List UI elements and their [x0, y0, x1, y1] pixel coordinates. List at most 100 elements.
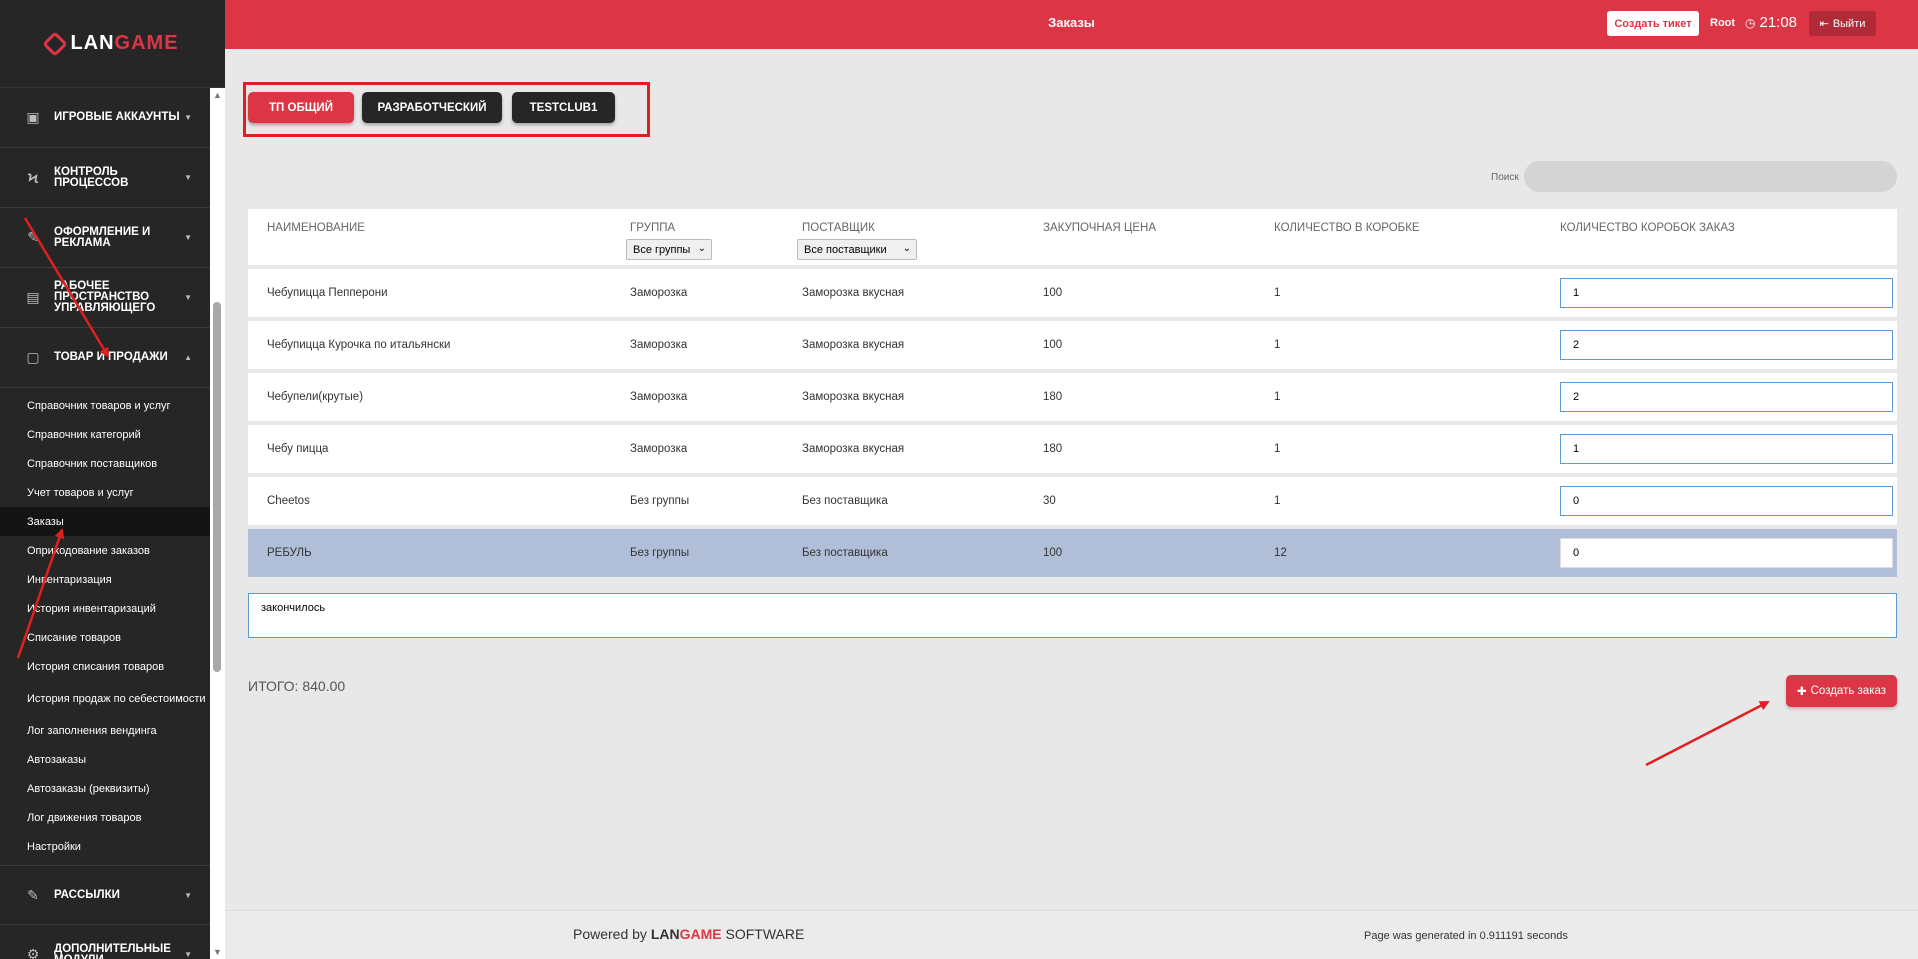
table-row[interactable]: Чебупицца Пепперони Заморозка Заморозка … [248, 269, 1897, 317]
sidebar-section-label: ОФОРМЛЕНИЕ И РЕКЛАМА [54, 225, 151, 249]
scroll-down-icon[interactable]: ▼ [213, 947, 222, 957]
sidebar-item[interactable]: История инвентаризаций [0, 594, 210, 623]
boxes-quantity-input[interactable] [1560, 382, 1893, 412]
cell-name: Чебупицца Пепперони [267, 287, 388, 299]
sidebar-section-game-accounts[interactable]: ▣ ИГРОВЫЕ АККАУНТЫ ▼ [0, 88, 210, 148]
boxes-quantity-input[interactable] [1560, 434, 1893, 464]
chevron-down-icon: ▼ [184, 113, 192, 122]
cell-per-box: 12 [1274, 547, 1287, 559]
chevron-down-icon: ▼ [184, 890, 192, 900]
chevron-down-icon: ▼ [184, 173, 192, 182]
table-row[interactable]: Чебу пицца Заморозка Заморозка вкусная 1… [248, 425, 1897, 473]
group-filter-value: Все группы [633, 243, 691, 256]
scrollbar-thumb[interactable] [213, 302, 221, 672]
sidebar-section-goods-sales[interactable]: ▢ ТОВАР И ПРОДАЖИ ▲ [0, 328, 210, 388]
sidebar-item[interactable]: Учет товаров и услуг [0, 478, 210, 507]
topbar: Заказы Создать тикет Root ◷ 21:08 ⇤ Выйт… [225, 0, 1918, 49]
cell-per-box: 1 [1274, 287, 1281, 299]
cell-supplier: Заморозка вкусная [802, 443, 905, 455]
sidebar-item[interactable]: Лог заполнения вендинга [0, 716, 210, 745]
chevron-down-icon: ▼ [184, 293, 192, 302]
sidebar-menu: ▣ ИГРОВЫЕ АККАУНТЫ ▼ ϟ КОНТРОЛЬ ПРОЦЕССО… [0, 88, 210, 959]
tab-testclub1[interactable]: TESTCLUB1 [512, 92, 615, 123]
column-header-boxes: КОЛИЧЕСТВО КОРОБОК ЗАКАЗ [1560, 222, 1735, 234]
sidebar-section-workspace[interactable]: ▤ РАБОЧЕЕ ПРОСТРАНСТВО УПРАВЛЯЮЩЕГО ▼ [0, 268, 210, 328]
gear-icon: ⚙ [26, 946, 40, 959]
logo-area: LAN GAME [0, 0, 225, 88]
create-order-label: Создать заказ [1810, 685, 1887, 697]
table-row[interactable]: Cheetos Без группы Без поставщика 30 1 [248, 477, 1897, 525]
search-input[interactable] [1524, 161, 1897, 192]
clock-icon: ◷ [1745, 15, 1756, 30]
table-row[interactable]: Чебупели(крутые) Заморозка Заморозка вку… [248, 373, 1897, 421]
username[interactable]: Root [1710, 17, 1735, 29]
chevron-down-icon: ⌄ [902, 243, 911, 254]
cell-supplier: Без поставщика [802, 495, 888, 507]
sidebar-section-design[interactable]: ✎ ОФОРМЛЕНИЕ И РЕКЛАМА ▼ [0, 208, 210, 268]
sidebar-section-extra-modules[interactable]: ⚙ ДОПОЛНИТЕЛЬНЫЕ МОДУЛИ ▼ [0, 925, 210, 959]
sidebar-item-orders[interactable]: Заказы [0, 507, 210, 536]
logo-mark-icon [42, 30, 69, 57]
sidebar-item[interactable]: Лог движения товаров [0, 803, 210, 832]
edit-icon: ✎ [27, 886, 39, 903]
langame-logo[interactable]: LAN GAME [42, 30, 178, 57]
table-row[interactable]: Чебупицца Курочка по итальянски Заморозк… [248, 321, 1897, 369]
group-filter-select[interactable]: Все группы ⌄ [626, 239, 712, 260]
cell-group: Без группы [630, 495, 690, 507]
sidebar-item[interactable]: Инвентаризация [0, 565, 210, 594]
scroll-up-icon[interactable]: ▲ [213, 90, 222, 100]
logout-button[interactable]: ⇤ Выйти [1809, 11, 1876, 36]
annotation-arrow-to-create [1645, 700, 1770, 767]
sidebar-item[interactable]: Автозаказы [0, 745, 210, 774]
sidebar-item[interactable]: Списание товаров [0, 623, 210, 652]
boxes-quantity-input[interactable] [1560, 538, 1893, 568]
cell-supplier: Без поставщика [802, 547, 888, 559]
sidebar-item[interactable]: Справочник товаров и услуг [0, 391, 210, 420]
cell-group: Заморозка [630, 391, 688, 403]
table-row-selected[interactable]: РЕБУЛЬ Без группы Без поставщика 100 12 [248, 529, 1897, 577]
cell-supplier: Заморозка вкусная [802, 391, 905, 403]
lightning-icon: ϟ [27, 169, 39, 186]
order-comment-textarea[interactable]: закончилось [248, 593, 1897, 638]
sidebar-item[interactable]: История списания товаров [0, 652, 210, 681]
cell-price: 100 [1043, 287, 1063, 299]
cell-price: 180 [1043, 391, 1063, 403]
tab-developer[interactable]: РАЗРАБОТЧЕСКИЙ [362, 92, 502, 123]
cell-name: РЕБУЛЬ [267, 547, 312, 559]
supplier-filter-select[interactable]: Все поставщики ⌄ [797, 239, 917, 260]
cell-per-box: 1 [1274, 339, 1281, 351]
cell-group: Заморозка [630, 443, 688, 455]
sidebar-section-label: ТОВАР И ПРОДАЖИ [54, 351, 168, 363]
sidebar-item[interactable]: Справочник поставщиков [0, 449, 210, 478]
sidebar-section-process-control[interactable]: ϟ КОНТРОЛЬ ПРОЦЕССОВ ▼ [0, 148, 210, 208]
sidebar-section-label: РАССЫЛКИ [54, 888, 120, 901]
footer-brand[interactable]: LANGAME [651, 926, 722, 942]
boxes-quantity-input[interactable] [1560, 486, 1893, 516]
sidebar-scrollbar[interactable]: ▲ ▼ [210, 88, 225, 959]
boxes-quantity-input[interactable] [1560, 278, 1893, 308]
table-header: НАИМЕНОВАНИЕ ГРУППА Все группы ⌄ ПОСТАВЩ… [248, 209, 1897, 265]
create-ticket-button[interactable]: Создать тикет [1607, 11, 1699, 36]
sidebar-section-label: КОНТРОЛЬ ПРОЦЕССОВ [54, 165, 129, 189]
cell-group: Без группы [630, 547, 690, 559]
column-header-price: ЗАКУПОЧНАЯ ЦЕНА [1043, 222, 1157, 234]
tab-tp-general[interactable]: ТП ОБЩИЙ [248, 92, 354, 123]
sidebar-item[interactable]: Настройки [0, 832, 210, 861]
sidebar-item[interactable]: Справочник категорий [0, 420, 210, 449]
clock-time: 21:08 [1759, 14, 1798, 31]
footer: Powered by LANGAME SOFTWARE Page was gen… [225, 910, 1918, 959]
note-icon: ▢ [26, 349, 40, 365]
cell-price: 100 [1043, 339, 1063, 351]
boxes-quantity-input[interactable] [1560, 330, 1893, 360]
sidebar-item[interactable]: Автозаказы (реквизиты) [0, 774, 210, 803]
column-header-group: ГРУППА [630, 222, 676, 234]
sidebar-section-mailings[interactable]: ✎ РАССЫЛКИ ▼ [0, 865, 210, 925]
cell-price: 180 [1043, 443, 1063, 455]
create-order-button[interactable]: ✚ Создать заказ [1786, 675, 1897, 707]
user-card-icon: ▣ [26, 109, 40, 125]
sidebar-item[interactable]: История продаж по себестоимости [0, 681, 210, 716]
plus-icon: ✚ [1796, 686, 1807, 698]
footer-brand-part1: LAN [650, 926, 680, 942]
cell-name: Чебу пицца [267, 443, 329, 455]
sidebar-item[interactable]: Оприходование заказов [0, 536, 210, 565]
